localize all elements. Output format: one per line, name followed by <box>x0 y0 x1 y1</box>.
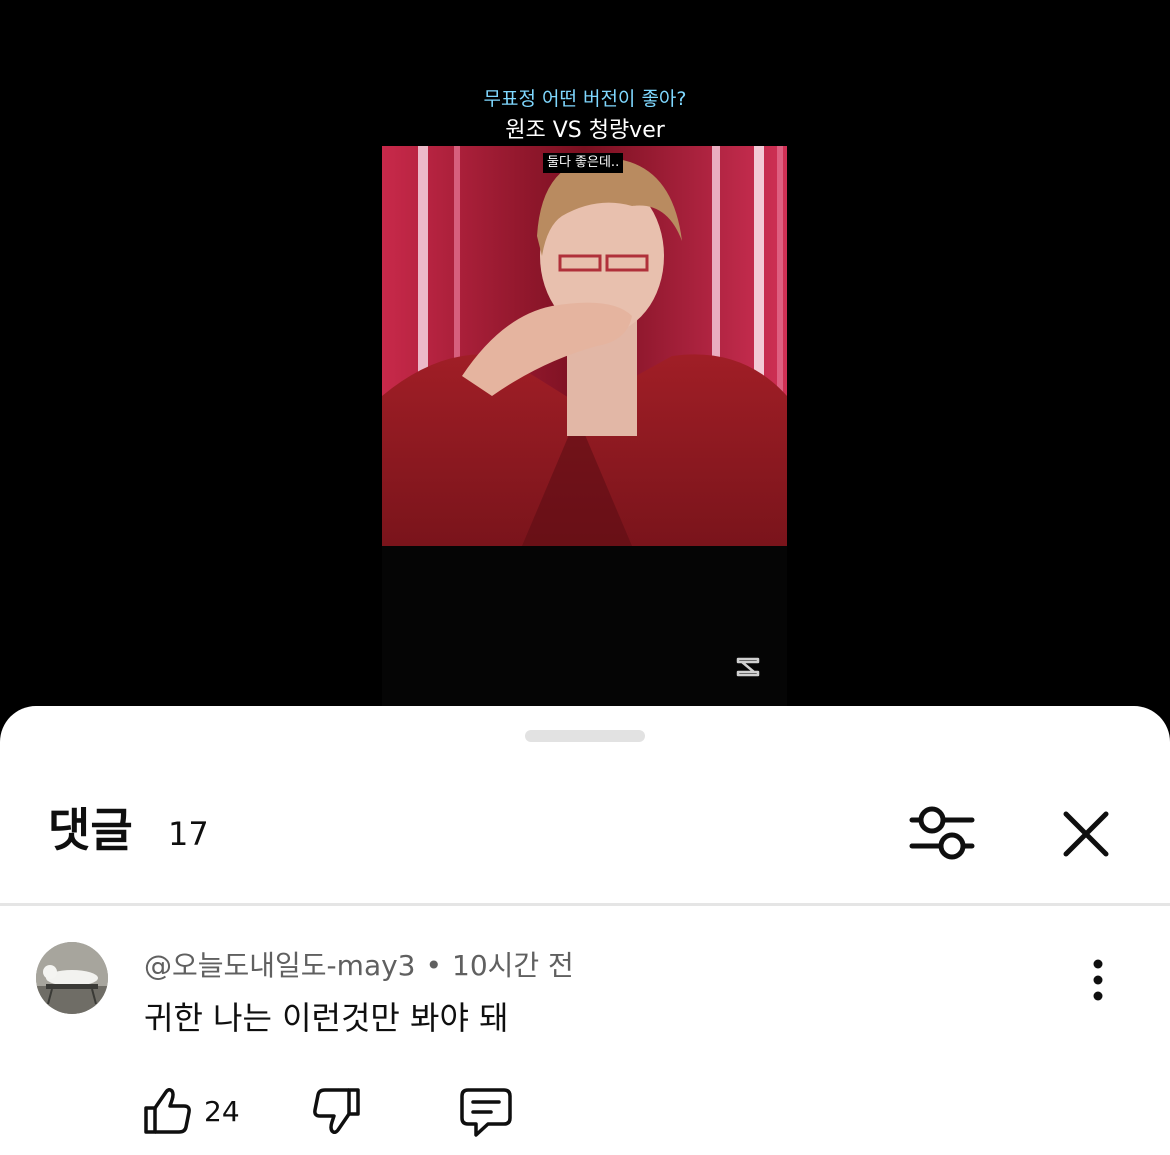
thumbs-up-icon[interactable] <box>142 1086 194 1136</box>
sliders-icon[interactable] <box>906 800 978 866</box>
video-caption-question: 무표정 어떤 버전이 좋아? <box>483 88 687 110</box>
comment-text: 귀한 나는 이런것만 봐야 돼 <box>144 999 509 1037</box>
thumbs-down-icon[interactable] <box>310 1086 362 1138</box>
video-lower-area <box>382 546 787 706</box>
video-frame-subtitle: 둘다 좋은데.. <box>543 153 624 173</box>
capcut-logo-icon <box>736 657 760 677</box>
drag-handle[interactable] <box>525 730 645 742</box>
comment-item: @오늘도내일도-may3 • 10시간 전 귀한 나는 이런것만 봐야 돼 24 <box>0 906 1170 1155</box>
video-caption-title: 원조 VS 청량ver <box>505 118 665 143</box>
comment-author[interactable]: @오늘도내일도-may3 <box>144 949 415 982</box>
video-frame <box>382 146 787 546</box>
avatar[interactable] <box>36 942 108 1014</box>
comment-time: 10시간 전 <box>452 949 574 982</box>
comment-meta: @오늘도내일도-may3 • 10시간 전 <box>144 948 574 984</box>
comments-title: 댓글 <box>48 803 133 857</box>
video-player[interactable]: 무표정 어떤 버전이 좋아? 원조 VS 청량ver 둘다 좋은데.. <box>0 0 1170 720</box>
meta-separator: • <box>425 949 442 982</box>
close-icon[interactable] <box>1056 804 1116 864</box>
more-vertical-icon[interactable] <box>1082 956 1114 1004</box>
comments-sheet: 댓글 17 @오늘도내일도-may3 • 10시간 전 귀한 나는 이런것만 봐… <box>0 706 1170 1155</box>
comments-count: 17 <box>168 815 209 853</box>
reply-icon[interactable] <box>458 1086 514 1140</box>
like-count: 24 <box>204 1095 240 1128</box>
